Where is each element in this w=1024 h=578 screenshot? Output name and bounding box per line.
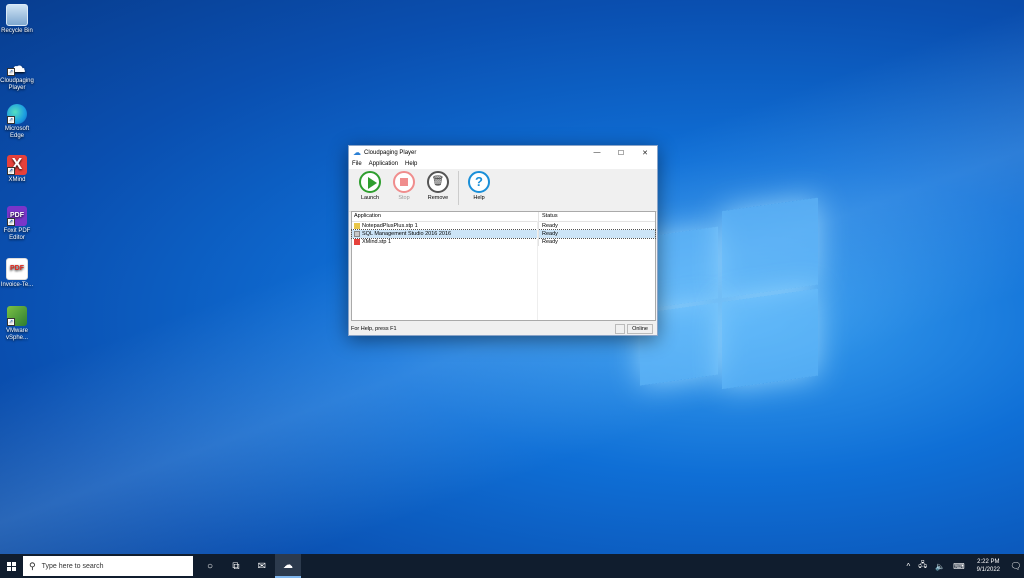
desktop-icon-label: Foxit PDF Editor [3, 228, 31, 241]
desktop-icon-recycle-bin[interactable]: Recycle Bin [0, 4, 34, 35]
desktop-icon-label: Microsoft Edge [4, 126, 30, 139]
vmware-icon: ↗ [7, 306, 27, 326]
app-status: Ready [542, 239, 558, 245]
windows-logo-wallpaper [640, 192, 820, 407]
title-bar[interactable]: ☁ Cloudpaging Player — ☐ ✕ [349, 146, 657, 159]
chevron-up-icon[interactable]: ^ [906, 562, 910, 571]
stop-icon [393, 171, 415, 193]
launch-button[interactable]: Launch [353, 171, 387, 201]
help-button[interactable]: ? Help [462, 171, 496, 201]
task-view-icon: ⧉ [232, 560, 240, 572]
app-status: Ready [542, 231, 558, 237]
app-name: NotepadPlusPlus.stp 1 [362, 223, 418, 229]
desktop-icon-microsoft-edge[interactable]: ↗ Microsoft Edge [0, 104, 34, 140]
app-name: XMind.stp 1 [362, 239, 392, 245]
remove-button[interactable]: 🗑 Remove [421, 171, 455, 201]
window-title: Cloudpaging Player [364, 149, 417, 156]
desktop-icon-label: Invoice-Te... [0, 282, 34, 288]
speaker-icon[interactable]: 🔈 [935, 562, 945, 571]
menu-bar: File Application Help [349, 159, 657, 169]
mail-icon: ✉ [257, 560, 267, 572]
cortana-button[interactable]: ○ [197, 554, 223, 578]
recycle-bin-icon [6, 4, 28, 26]
app-name: SQL Management Studio 2016 2016 [362, 231, 452, 237]
table-row[interactable]: SQL Management Studio 2016 2016 Ready [351, 229, 656, 239]
desktop-icon-label: Cloudpaging Player [0, 78, 34, 91]
notepad-icon [354, 223, 360, 229]
toolbar-separator [458, 171, 459, 205]
taskbar: ⚲ Type here to search ○ ⧉ ✉ ☁ ^ 🖧 🔈 ⌨ 2:… [0, 554, 1024, 578]
close-button[interactable]: ✕ [633, 149, 657, 157]
menu-file[interactable]: File [352, 161, 362, 167]
desktop-icon-label: VMware vSphe... [5, 328, 28, 341]
play-icon [359, 171, 381, 193]
help-label: Help [473, 195, 485, 201]
launch-label: Launch [360, 195, 380, 201]
notification-icon[interactable]: 🗨 [1008, 561, 1024, 572]
clock-date: 9/1/2022 [976, 567, 1000, 573]
cloudpaging-taskbar-button[interactable]: ☁ [275, 554, 301, 578]
status-indicator [615, 324, 626, 334]
app-status: Ready [542, 223, 558, 229]
column-header-application[interactable]: Application [352, 212, 539, 221]
toolbar: Launch Stop 🗑 Remove ? Help [349, 169, 657, 212]
windows-icon [6, 561, 16, 571]
trash-icon: 🗑 [427, 171, 449, 193]
column-header-status[interactable]: Status [539, 212, 558, 221]
cloud-icon: ☁ ↗ [7, 56, 26, 76]
menu-help[interactable]: Help [405, 161, 417, 167]
mail-button[interactable]: ✉ [249, 554, 275, 578]
system-tray: ^ 🖧 🔈 ⌨ 2:22 PM 9/1/2022 🗨 [902, 558, 1024, 574]
sql-icon [354, 231, 360, 237]
xmind-icon [354, 239, 360, 245]
network-icon[interactable]: 🖧 [918, 559, 927, 573]
clock-time: 2:22 PM [977, 559, 1000, 565]
desktop-icon-xmind[interactable]: X ↗ XMind [0, 155, 34, 184]
search-placeholder: Type here to search [41, 562, 104, 570]
maximize-button[interactable]: ☐ [609, 149, 633, 157]
desktop-icon-label: Recycle Bin [1, 28, 33, 34]
column-divider [537, 221, 538, 320]
table-row[interactable]: XMind.stp 1 Ready [352, 238, 655, 246]
menu-application[interactable]: Application [369, 161, 398, 167]
start-button[interactable] [0, 554, 22, 578]
cloud-icon: ☁ [283, 559, 293, 571]
cloudpaging-player-window: ☁ Cloudpaging Player — ☐ ✕ File Applicat… [348, 145, 658, 336]
application-list[interactable]: Application Status NotepadPlusPlus.stp 1… [351, 211, 656, 321]
help-icon: ? [468, 171, 490, 193]
desktop-icon-foxit-pdf-editor[interactable]: PDF ↗ Foxit PDF Editor [0, 206, 34, 242]
pdf-icon: PDF [6, 258, 28, 280]
xmind-icon: X ↗ [7, 155, 27, 175]
circle-icon: ○ [206, 560, 214, 572]
desktop-icon-invoice[interactable]: PDF Invoice-Te... [0, 258, 34, 289]
clock[interactable]: 2:22 PM 9/1/2022 [977, 558, 1000, 574]
desktop-icon-cloudpaging-player[interactable]: ☁ ↗ Cloudpaging Player [0, 56, 34, 92]
search-box[interactable]: ⚲ Type here to search [23, 556, 193, 576]
search-icon: ⚲ [29, 560, 36, 571]
stop-label: Stop [398, 195, 410, 201]
table-row[interactable]: NotepadPlusPlus.stp 1 Ready [352, 222, 655, 230]
remove-label: Remove [427, 195, 449, 201]
status-text: For Help, press F1 [351, 326, 397, 332]
keyboard-icon[interactable]: ⌨ [953, 562, 965, 571]
edge-icon: ↗ [7, 104, 27, 124]
status-bar: For Help, press F1 Online [349, 323, 657, 335]
task-view-button[interactable]: ⧉ [223, 554, 249, 578]
desktop-icon-label: XMind [8, 177, 26, 183]
stop-button[interactable]: Stop [387, 171, 421, 201]
cloud-icon: ☁ [353, 148, 361, 157]
desktop-icon-vmware-vsphere[interactable]: ↗ VMware vSphe... [0, 306, 34, 342]
foxit-icon: PDF ↗ [7, 206, 27, 226]
online-status: Online [627, 324, 653, 334]
list-header: Application Status [352, 212, 655, 222]
minimize-button[interactable]: — [585, 149, 609, 156]
